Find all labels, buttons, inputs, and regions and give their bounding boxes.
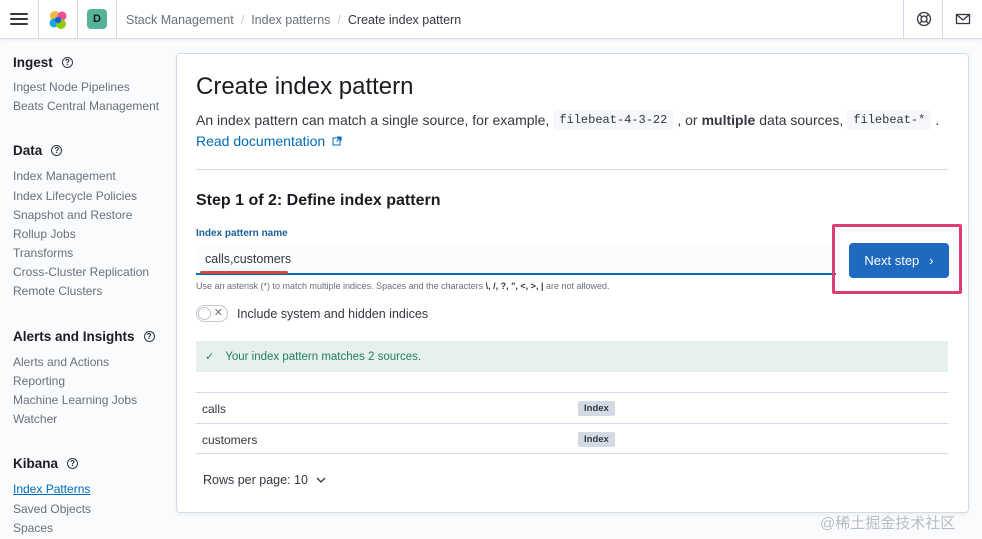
breadcrumb: Stack Management / Index patterns / Crea… [126, 0, 461, 39]
top-header: D Stack Management / Index patterns / Cr… [0, 0, 982, 39]
source-name: customers [202, 433, 258, 447]
space-avatar[interactable]: D [87, 9, 107, 29]
sidebar-group-title: Kibana? [13, 456, 79, 471]
question-icon[interactable]: ? [67, 458, 79, 469]
sidebar-item-reporting[interactable]: Reporting [13, 374, 65, 388]
sidebar-item-index-lifecycle-policies[interactable]: Index Lifecycle Policies [13, 189, 137, 203]
sidebar-group-title: Data? [13, 143, 63, 158]
header-divider [903, 0, 904, 39]
sidebar-group-title: Ingest? [13, 55, 73, 70]
header-divider [77, 0, 78, 39]
annotation-underline [200, 271, 288, 274]
breadcrumb-index-patterns[interactable]: Index patterns [251, 13, 330, 27]
breadcrumb-current: Create index pattern [347, 12, 462, 27]
question-icon[interactable]: ? [143, 331, 155, 342]
sidebar-item-transforms[interactable]: Transforms [13, 246, 73, 260]
sidebar-item-ingest-node-pipelines[interactable]: Ingest Node Pipelines [13, 80, 130, 94]
chevron-right-icon: › [929, 253, 934, 268]
mail-icon[interactable] [955, 11, 971, 27]
matching-sources-table: calls Index customers Index [196, 392, 948, 454]
next-step-button[interactable]: Next step › [849, 243, 949, 278]
table-row: calls Index [196, 392, 948, 423]
menu-icon[interactable] [10, 10, 28, 28]
index-badge: Index [578, 432, 615, 447]
sidebar-item-rollup-jobs[interactable]: Rollup Jobs [13, 227, 76, 241]
sidebar-item-machine-learning-jobs[interactable]: Machine Learning Jobs [13, 393, 137, 407]
sidebar-item-beats-central-management[interactable]: Beats Central Management [13, 99, 159, 113]
sidebar-group-title: Alerts and Insights? [13, 329, 155, 344]
sidebar-item-snapshot-and-restore[interactable]: Snapshot and Restore [13, 208, 132, 222]
header-divider [38, 0, 39, 39]
example-code: filebeat-4-3-22 [553, 110, 674, 130]
page-title: Create index pattern [196, 73, 414, 100]
breadcrumb-stack-management[interactable]: Stack Management [126, 13, 234, 27]
breadcrumb-separator: / [240, 12, 245, 27]
sidebar-item-index-patterns[interactable]: Index Patterns [13, 482, 90, 496]
section-divider [196, 169, 948, 170]
read-documentation-link[interactable]: Read documentation [196, 133, 342, 149]
rows-per-page-select[interactable]: Rows per page: 10 [203, 473, 326, 487]
index-pattern-name-label: Index pattern name [196, 228, 288, 239]
help-icon[interactable] [916, 11, 932, 27]
source-name: calls [202, 402, 227, 416]
page-description: An index pattern can match a single sour… [196, 110, 940, 130]
sidebar-item-spaces[interactable]: Spaces [13, 521, 53, 535]
step-title: Step 1 of 2: Define index pattern [196, 192, 441, 209]
include-hidden-indices-label[interactable]: Include system and hidden indices [237, 307, 428, 321]
include-hidden-indices-toggle[interactable]: ✕ [196, 305, 228, 322]
sidebar-item-index-management[interactable]: Index Management [13, 169, 116, 183]
sidebar-item-saved-objects[interactable]: Saved Objects [13, 502, 91, 516]
question-icon[interactable]: ? [61, 57, 73, 68]
question-icon[interactable]: ? [51, 145, 63, 156]
sidebar-item-remote-clusters[interactable]: Remote Clusters [13, 284, 102, 298]
index-badge: Index [578, 401, 615, 416]
header-divider [942, 0, 943, 39]
sidebar-item-watcher[interactable]: Watcher [13, 412, 57, 426]
external-link-icon [332, 136, 342, 146]
elastic-logo[interactable] [47, 9, 69, 31]
watermark: @稀土掘金技术社区 [820, 515, 956, 532]
toggle-knob [198, 307, 211, 320]
match-success-callout: ✓ Your index pattern matches 2 sources. [196, 341, 948, 372]
breadcrumb-separator: / [337, 12, 341, 27]
table-row: customers Index [196, 423, 948, 454]
close-icon: ✕ [213, 307, 223, 319]
index-pattern-name-input[interactable] [196, 245, 836, 275]
header-divider [116, 0, 117, 39]
example-code: filebeat-* [847, 110, 932, 130]
sidebar-item-cross-cluster-replication[interactable]: Cross-Cluster Replication [13, 265, 149, 279]
chevron-down-icon [316, 477, 326, 483]
check-icon: ✓ [205, 351, 215, 363]
sidebar-item-alerts-and-actions[interactable]: Alerts and Actions [13, 355, 109, 369]
management-sidebar: Ingest? Ingest Node Pipelines Beats Cent… [0, 40, 168, 539]
index-pattern-help-text: Use an asterisk (*) to match multiple in… [196, 281, 610, 291]
